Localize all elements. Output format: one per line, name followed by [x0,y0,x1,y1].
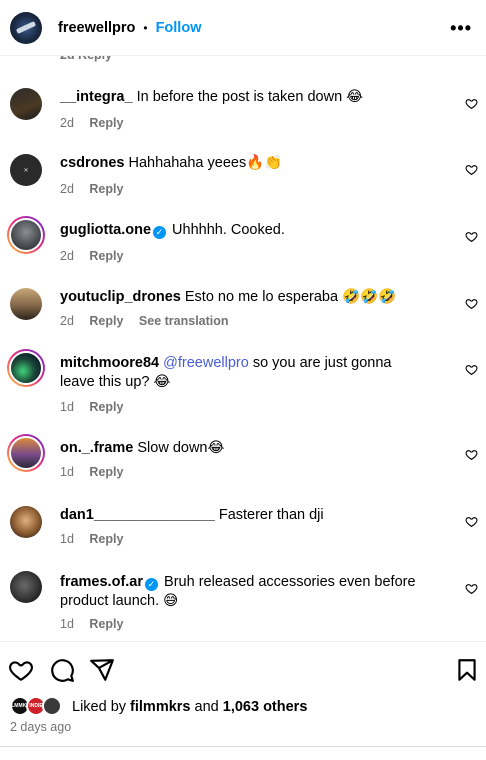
author-username[interactable]: freewellpro [58,20,135,36]
comment-text: Fasterer than dji [218,507,324,523]
comment-body: youtuclip_drones Esto no me lo esperaba … [60,288,430,307]
comment-text: Esto no me lo esperaba 🤣🤣🤣 [184,289,397,305]
liked-by-user-link[interactable]: filmmkrs [130,699,190,715]
save-bookmark-icon[interactable] [454,657,480,683]
comment-meta: 2d Reply [60,249,135,263]
commenter-avatar[interactable] [10,571,42,603]
comment-bubble-icon[interactable] [49,657,75,683]
comment-text: Hahhahaha yeees🔥👏 [128,155,283,171]
reply-button[interactable]: Reply [89,116,123,130]
reply-button[interactable]: Reply [89,182,123,196]
follow-button[interactable]: Follow [156,20,202,36]
share-send-icon[interactable] [89,657,115,683]
reply-button[interactable]: Reply [89,465,123,479]
like-heart-icon[interactable] [8,657,34,683]
comment-age: 2d [60,116,74,130]
post-header: freewellpro • Follow ••• [0,0,486,56]
more-options-icon[interactable]: ••• [450,18,472,39]
comment-username[interactable]: youtuclip_drones [60,289,181,305]
comment-meta: 1d Reply [60,400,135,414]
comment-body: frames.of.ar ✓ Bruh released accessories … [60,573,430,611]
commenter-avatar[interactable] [7,216,45,254]
reply-button[interactable]: Reply [89,249,123,263]
comment-age: 1d [60,465,74,479]
comment-text: Slow down😂 [137,440,225,456]
reply-button[interactable]: Reply [89,400,123,414]
commenter-avatar[interactable] [7,434,45,472]
header-separator: • [143,20,148,35]
like-comment-heart-icon[interactable] [465,97,478,110]
comment-body: dan1_______________ Fasterer than dji [60,506,430,525]
comment-username[interactable]: csdrones [60,155,124,171]
liker-avatars[interactable]: FILMMKRS INDIE [7,696,66,718]
liker-avatar [42,696,62,716]
comment-body: gugliotta.one ✓ Uhhhhh. Cooked. [60,221,430,240]
comment-age: 1d [60,617,74,631]
liked-by-and: and [194,699,219,715]
comment-age: 2d [60,314,74,328]
comment-meta: 2d Reply See translation [60,314,241,328]
comment-age: 1d [60,532,74,546]
comment-meta: 2d Reply [60,116,135,130]
comment-age: 2d [60,182,74,196]
comment-meta: 1d Reply [60,532,135,546]
like-comment-heart-icon[interactable] [465,297,478,310]
like-comment-heart-icon[interactable] [465,515,478,528]
comment-age: 2d [60,249,74,263]
comment-meta: 1d Reply [60,617,135,631]
comment-age: 1d [60,400,74,414]
liked-by-prefix: Liked by [72,699,127,715]
comment-meta: 1d Reply [60,465,135,479]
commenter-avatar[interactable] [10,288,42,320]
commenter-avatar[interactable] [7,349,45,387]
liked-by-others-link[interactable]: 1,063 others [223,699,308,715]
see-translation-button[interactable]: See translation [139,314,229,328]
commenter-avatar[interactable] [10,506,42,538]
like-comment-heart-icon[interactable] [465,230,478,243]
commenter-avatar[interactable] [10,88,42,120]
comment-body: __integra_ In before the post is taken d… [60,88,430,107]
likes-summary: FILMMKRS INDIE Liked by filmmkrs and 1,0… [7,696,307,718]
reply-button[interactable]: Reply [89,617,123,631]
like-comment-heart-icon[interactable] [465,363,478,376]
like-comment-heart-icon[interactable] [465,163,478,176]
comment-meta: 2d Reply [60,182,135,196]
comment-username[interactable]: frames.of.ar [60,574,143,590]
comment-body: csdrones Hahhahaha yeees🔥👏 [60,154,430,173]
verified-badge-icon: ✓ [145,578,159,591]
comment-username[interactable]: dan1_______________ [60,507,215,523]
comment-username[interactable]: on._.frame [60,440,133,456]
like-comment-heart-icon[interactable] [465,448,478,461]
comment-username[interactable]: gugliotta.one [60,222,151,238]
comment-body: on._.frame Slow down😂 [60,439,430,458]
comment-body: mitchmoore84 @freewellpro so you are jus… [60,354,430,392]
comment-text: Uhhhhh. Cooked. [172,222,285,238]
author-avatar[interactable] [10,11,42,44]
reply-button[interactable]: Reply [89,532,123,546]
likes-text: Liked by filmmkrs and 1,063 others [72,699,307,715]
comment-username[interactable]: __integra_ [60,89,133,105]
divider [0,746,486,747]
post-actions-section: FILMMKRS INDIE Liked by filmmkrs and 1,0… [0,641,486,760]
comment-text: In before the post is taken down 😂 [136,89,364,105]
comment-mention-link[interactable]: @freewellpro [163,355,249,371]
verified-badge-icon: ✓ [153,226,167,239]
post-timestamp[interactable]: 2 days ago [10,720,71,734]
reply-button[interactable]: Reply [89,314,123,328]
comment-username[interactable]: mitchmoore84 [60,355,159,371]
like-comment-heart-icon[interactable] [465,582,478,595]
commenter-avatar[interactable]: ✕ [10,154,42,186]
